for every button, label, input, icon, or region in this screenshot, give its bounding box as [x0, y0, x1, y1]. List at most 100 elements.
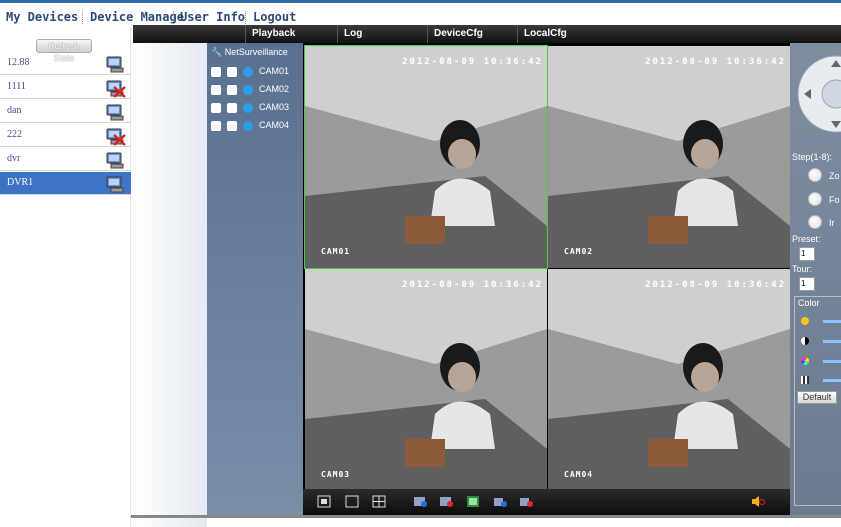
device-name: 222: [7, 129, 22, 140]
default-button[interactable]: Default: [797, 391, 837, 404]
device-list-panel: Refresh State 12.88 1111 dan 222 dvr DVR…: [0, 27, 131, 527]
nav-separator: [173, 11, 174, 24]
camera-label: CAM01: [259, 66, 290, 76]
talk-icon[interactable]: [493, 495, 507, 508]
tour-input[interactable]: 1: [799, 277, 815, 291]
timestamp: 2012-08-09 10:36:42: [645, 57, 786, 67]
stop-icon[interactable]: [211, 121, 221, 131]
camera-tree: 🔧 NetSurveillance CAM01 CAM02 CAM03 CAM0…: [207, 43, 303, 515]
tab-log[interactable]: Log: [337, 25, 427, 43]
tab-devicecfg[interactable]: DeviceCfg: [427, 25, 517, 43]
brightness-icon: [801, 317, 809, 325]
gradient-spacer: [131, 43, 207, 527]
tree-root-label: NetSurveillance: [224, 47, 288, 57]
focus-plus-icon[interactable]: [808, 192, 822, 206]
quad-view-icon[interactable]: [372, 495, 386, 508]
tour-label: Tour:: [792, 264, 813, 274]
preset-label: Preset:: [792, 234, 821, 244]
pc-offline-icon: [106, 128, 126, 146]
stop-talk-icon[interactable]: [519, 495, 533, 508]
device-item[interactable]: 1111: [0, 76, 131, 99]
tile-camera-label: CAM03: [321, 470, 351, 479]
saturation-icon: [801, 357, 809, 365]
device-name: dvr: [7, 153, 21, 164]
device-item[interactable]: 12.88: [0, 52, 131, 75]
contrast-icon: [801, 337, 809, 345]
iris-label: Ir: [829, 218, 835, 228]
device-item[interactable]: dan: [0, 100, 131, 123]
tree-root[interactable]: 🔧 NetSurveillance: [211, 47, 288, 58]
device-item[interactable]: dvr: [0, 148, 131, 171]
zoom-plus-icon[interactable]: [808, 168, 822, 182]
refresh-state-button[interactable]: Refresh State: [36, 39, 92, 63]
tab-localcfg[interactable]: LocalCfg: [517, 25, 607, 43]
tile-camera-label: CAM02: [564, 247, 594, 256]
video-grid: 2012-08-09 10:36:42 CAM01 2012-08-09 10:…: [303, 43, 790, 515]
timestamp: 2012-08-09 10:36:42: [402, 57, 543, 67]
stop-icon[interactable]: [211, 85, 221, 95]
pc-offline-icon: [106, 80, 126, 98]
pc-online-icon: [106, 176, 124, 193]
play-icon[interactable]: [243, 67, 253, 77]
play-icon[interactable]: [243, 103, 253, 113]
hue-slider[interactable]: [823, 379, 841, 382]
nav-device-manage[interactable]: Device Manage: [90, 10, 184, 24]
zoom-label: Zo: [829, 171, 840, 181]
record-icon[interactable]: [413, 495, 427, 508]
nav-logout[interactable]: Logout: [253, 10, 296, 24]
hue-icon: [801, 376, 809, 384]
top-accent-line: [0, 0, 841, 3]
nav-separator: [245, 11, 246, 24]
device-name: 1111: [7, 81, 26, 92]
video-tile[interactable]: 2012-08-09 10:36:42 CAM02: [548, 46, 790, 268]
pc-online-icon: [106, 56, 124, 73]
tile-camera-label: CAM04: [564, 470, 594, 479]
device-item-selected[interactable]: DVR1: [0, 172, 131, 195]
nav-user-info[interactable]: User Info: [180, 10, 245, 24]
record-icon[interactable]: [227, 67, 237, 77]
video-tile[interactable]: 2012-08-09 10:36:42 CAM04: [548, 269, 790, 491]
timestamp: 2012-08-09 10:36:42: [402, 280, 543, 290]
pc-online-icon: [106, 104, 124, 121]
function-tab-bar: Playback Log DeviceCfg LocalCfg: [133, 25, 841, 43]
mute-icon[interactable]: [751, 495, 765, 508]
device-item[interactable]: 222: [0, 124, 131, 147]
camera-feed-image: [548, 269, 790, 491]
video-tile[interactable]: 2012-08-09 10:36:42 CAM01: [304, 45, 548, 269]
color-label: Color: [798, 298, 820, 308]
device-name: 12.88: [7, 57, 30, 68]
camera-feed-image: [305, 46, 547, 268]
play-icon[interactable]: [243, 121, 253, 131]
pc-online-icon: [106, 152, 124, 169]
nav-separator: [82, 11, 83, 24]
snapshot-icon[interactable]: [466, 495, 480, 508]
contrast-slider[interactable]: [823, 340, 841, 343]
wrench-icon: 🔧: [211, 47, 223, 57]
record-icon[interactable]: [227, 85, 237, 95]
ptz-direction-wheel[interactable]: [796, 49, 841, 139]
fullscreen-icon[interactable]: [317, 495, 331, 508]
timestamp: 2012-08-09 10:36:42: [645, 280, 786, 290]
nav-my-devices[interactable]: My Devices: [6, 10, 78, 24]
preset-input[interactable]: 1: [799, 247, 815, 261]
video-toolbar: [303, 489, 790, 515]
tab-playback[interactable]: Playback: [245, 25, 337, 43]
bottom-separator: [131, 515, 841, 518]
camera-feed-image: [305, 269, 547, 491]
focus-label: Fo: [829, 195, 840, 205]
stop-icon[interactable]: [211, 67, 221, 77]
play-icon[interactable]: [243, 85, 253, 95]
camera-label: CAM03: [259, 102, 290, 112]
stop-icon[interactable]: [211, 103, 221, 113]
record-icon[interactable]: [227, 121, 237, 131]
iris-plus-icon[interactable]: [808, 215, 822, 229]
stop-record-icon[interactable]: [439, 495, 453, 508]
camera-label: CAM04: [259, 120, 290, 130]
saturation-slider[interactable]: [823, 360, 841, 363]
camera-feed-image: [548, 46, 790, 268]
record-icon[interactable]: [227, 103, 237, 113]
video-tile[interactable]: 2012-08-09 10:36:42 CAM03: [305, 269, 547, 491]
brightness-slider[interactable]: [823, 320, 841, 323]
single-view-icon[interactable]: [345, 495, 359, 508]
camera-label: CAM02: [259, 84, 290, 94]
